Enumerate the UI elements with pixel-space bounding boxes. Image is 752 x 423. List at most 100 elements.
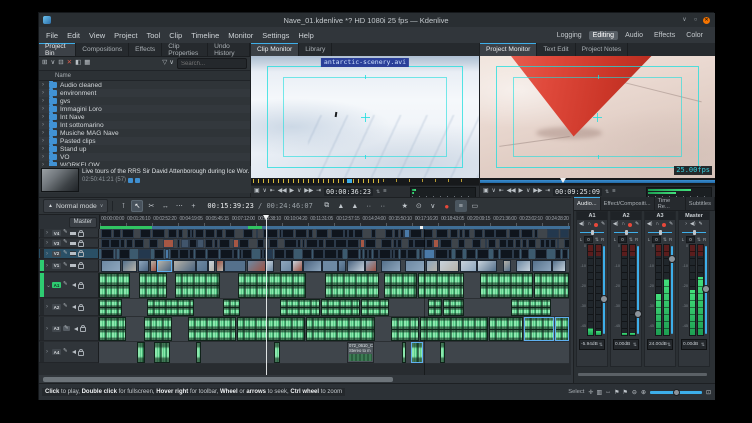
menu-view[interactable]: View: [89, 31, 105, 40]
menu-settings[interactable]: Settings: [262, 31, 289, 40]
target-strip[interactable]: [40, 299, 44, 315]
expander-icon[interactable]: ›: [42, 154, 46, 160]
timeline-clip[interactable]: [195, 229, 204, 238]
timeline-clip[interactable]: [239, 239, 249, 248]
timeline-clip[interactable]: [433, 239, 439, 248]
timeline-clip[interactable]: [223, 299, 240, 316]
timeline-clip[interactable]: [385, 229, 394, 238]
timeline-clip[interactable]: [393, 239, 397, 248]
search-input[interactable]: [177, 58, 247, 69]
timeline-clip[interactable]: [257, 239, 264, 248]
tab-text-edit[interactable]: Text Edit: [537, 43, 575, 56]
view-mode-icon[interactable]: ▦: [84, 60, 90, 67]
balance-spinner[interactable]: ⇅: [629, 237, 633, 243]
gain-spinbox[interactable]: 24.00dB⇅: [647, 339, 673, 350]
tab-effects[interactable]: Effects: [129, 43, 162, 56]
expander-icon[interactable]: ›: [46, 349, 50, 355]
timeline-clip[interactable]: [344, 229, 348, 238]
balance-control[interactable]: L0⇅R: [611, 236, 641, 243]
track-content-a2[interactable]: [99, 299, 569, 317]
target-strip[interactable]: [40, 273, 44, 297]
timeline-clip[interactable]: [450, 229, 458, 238]
timeline-clip[interactable]: [391, 249, 394, 259]
timeline-clip[interactable]: [555, 249, 561, 259]
menu-project[interactable]: Project: [114, 31, 137, 40]
timeline-clip[interactable]: [122, 229, 134, 238]
timeline-clip[interactable]: [550, 239, 555, 248]
seek-playhead[interactable]: [560, 178, 566, 183]
timeline-clip[interactable]: [443, 299, 464, 316]
timeline-clip[interactable]: [179, 249, 188, 259]
timeline-clip[interactable]: [140, 229, 151, 238]
timeline-clip[interactable]: [144, 317, 172, 341]
flag-b-icon[interactable]: ⚑: [623, 389, 628, 396]
timeline-clip[interactable]: [152, 229, 165, 238]
tab-project-bin[interactable]: Project Bin: [39, 43, 76, 56]
balance-value[interactable]: 0: [652, 236, 661, 243]
timeline-clip[interactable]: [455, 249, 463, 259]
menu-edit[interactable]: Edit: [67, 31, 80, 40]
target-strip[interactable]: [40, 342, 44, 362]
track-badge[interactable]: A2: [52, 304, 61, 310]
play-icon[interactable]: ▶: [519, 189, 523, 195]
timeline-clip[interactable]: [509, 229, 520, 238]
timeline-clip[interactable]: [472, 239, 482, 248]
timeline-clip[interactable]: [381, 239, 392, 248]
edit-pen-icon[interactable]: ✎: [669, 222, 673, 227]
edit-pen-icon[interactable]: ✎: [63, 230, 68, 236]
timeline-clip[interactable]: [488, 239, 496, 248]
tab-undo-history[interactable]: Undo History: [208, 43, 250, 56]
headers-icon[interactable]: ▥: [596, 389, 602, 396]
monitor-gem-icon[interactable]: ▣: [483, 189, 488, 195]
pan-knob[interactable]: [659, 230, 662, 235]
timeline-clip[interactable]: [306, 239, 318, 248]
timeline-clip[interactable]: [562, 249, 569, 259]
timeline-clip[interactable]: [138, 249, 150, 259]
target-strip[interactable]: [40, 317, 44, 340]
timeline-clip[interactable]: [364, 249, 368, 259]
timeline-clip[interactable]: [500, 249, 513, 259]
bin-folder-row[interactable]: ›Musiche MAG Nave: [39, 129, 250, 137]
track-badge[interactable]: A3: [52, 326, 61, 332]
channel-name[interactable]: A1: [577, 212, 607, 220]
timeline-clip[interactable]: [318, 239, 324, 248]
timeline-clip[interactable]: [524, 317, 554, 341]
timeline-clip[interactable]: [177, 239, 180, 248]
timeline-clip[interactable]: [279, 229, 282, 238]
timeline-clip[interactable]: [435, 249, 447, 259]
bin-folder-row[interactable]: ›VO: [39, 153, 250, 161]
timeline-clip[interactable]: [205, 229, 215, 238]
tab-clip-properties[interactable]: Clip Properties: [162, 43, 208, 56]
timeline-clip[interactable]: [157, 260, 172, 272]
menu-file[interactable]: File: [46, 31, 58, 40]
timeline-clip[interactable]: [139, 273, 167, 298]
timeline-clip[interactable]: [219, 239, 230, 248]
timeline-clip[interactable]: [150, 260, 157, 272]
bin-column-header[interactable]: Name: [39, 71, 250, 81]
timeline-clip[interactable]: [191, 229, 193, 238]
edit-pen-icon[interactable]: ✎: [635, 222, 639, 227]
dots-b[interactable]: ··: [377, 200, 389, 212]
expander-icon[interactable]: ›: [42, 114, 46, 120]
timeline-clip[interactable]: [528, 239, 536, 248]
timeline-clip[interactable]: [521, 229, 533, 238]
mute-icon[interactable]: ◀): [647, 222, 653, 227]
timeline-clip[interactable]: [292, 260, 302, 272]
subtitles-toggle[interactable]: ▭: [469, 200, 481, 212]
spacer-tool[interactable]: ↔: [159, 200, 171, 212]
track-head-v2[interactable]: ›V2✎: [39, 249, 99, 259]
balance-value[interactable]: 0: [618, 236, 627, 243]
speaker-icon[interactable]: ◀): [690, 222, 696, 227]
preview-render[interactable]: ⊙: [413, 200, 425, 212]
timeline-clip[interactable]: [266, 260, 274, 272]
timeline-clip[interactable]: [347, 260, 365, 272]
balance-spinner[interactable]: ⇅: [663, 237, 667, 243]
pm-timecode[interactable]: 00:09:25:09: [553, 188, 602, 196]
timeline-clip[interactable]: [404, 229, 410, 238]
channel-name[interactable]: A3: [645, 212, 675, 220]
timeline-clip[interactable]: [205, 239, 214, 248]
timeline-clip[interactable]: [325, 239, 335, 248]
dropdown-icon[interactable]: ∨: [169, 60, 174, 67]
track-badge[interactable]: A4: [52, 349, 61, 355]
mute-icon[interactable]: ◀): [579, 222, 585, 227]
